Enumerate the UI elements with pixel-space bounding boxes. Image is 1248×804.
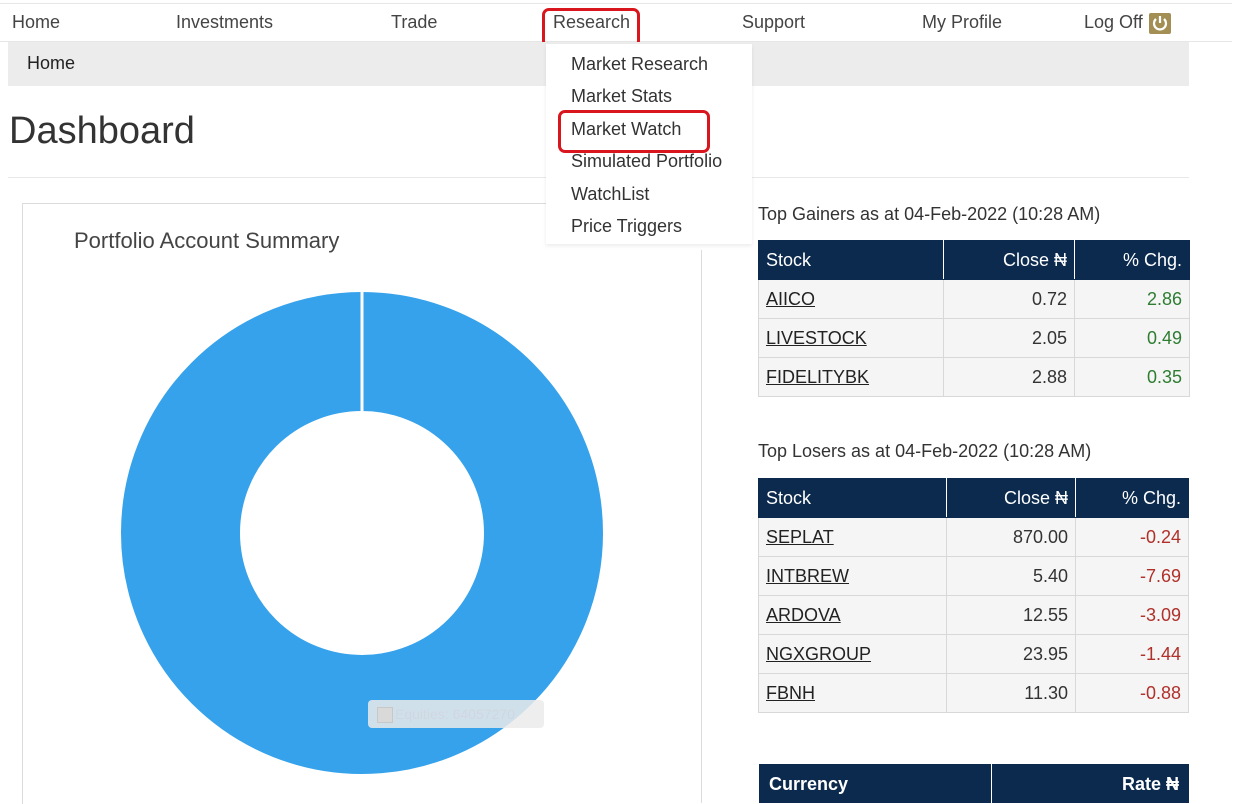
close-cell: 870.00 [946, 517, 1076, 557]
col-chg: % Chg. [1075, 478, 1189, 518]
chg-cell: 0.49 [1074, 318, 1190, 358]
close-cell: 2.88 [943, 357, 1075, 397]
stock-link[interactable]: LIVESTOCK [766, 328, 867, 348]
stock-cell: LIVESTOCK [758, 318, 944, 358]
nav-investments[interactable]: Investments [176, 12, 273, 33]
stock-cell: FBNH [758, 673, 947, 713]
menu-item-simulated-portfolio[interactable]: Simulated Portfolio [571, 151, 722, 172]
stock-cell: INTBREW [758, 556, 947, 596]
table-row: SEPLAT 870.00 -0.24 [758, 517, 1189, 557]
stock-cell: FIDELITYBK [758, 357, 944, 397]
table-row: ARDOVA 12.55 -3.09 [758, 595, 1189, 635]
breadcrumb-home[interactable]: Home [27, 53, 75, 74]
chg-cell: -0.24 [1075, 517, 1189, 557]
col-stock: Stock [758, 240, 944, 280]
gainers-caption: Top Gainers as at 04-Feb-2022 (10:28 AM) [758, 204, 1101, 224]
stock-link[interactable]: ARDOVA [766, 605, 841, 625]
losers-table: Stock Close ₦ % Chg. SEPLAT 870.00 -0.24… [758, 478, 1189, 713]
menu-item-watchlist[interactable]: WatchList [571, 184, 649, 205]
stock-cell: ARDOVA [758, 595, 947, 635]
menu-item-price-triggers[interactable]: Price Triggers [571, 216, 682, 237]
currency-table-header: Currency Rate ₦ [759, 764, 1189, 803]
chg-cell: -1.44 [1075, 634, 1189, 674]
nav-support[interactable]: Support [742, 12, 805, 33]
stock-link[interactable]: FBNH [766, 683, 815, 703]
close-cell: 2.05 [943, 318, 1075, 358]
panel-divider [701, 250, 702, 803]
col-stock: Stock [758, 478, 947, 518]
losers-caption: Top Losers as at 04-Feb-2022 (10:28 AM) [758, 441, 1092, 461]
currency-col-divider [991, 764, 992, 803]
stock-link[interactable]: SEPLAT [766, 527, 834, 547]
stock-link[interactable]: AIICO [766, 289, 815, 309]
close-cell: 0.72 [943, 279, 1075, 319]
stock-link[interactable]: NGXGROUP [766, 644, 871, 664]
chg-cell: -7.69 [1075, 556, 1189, 596]
stock-link[interactable]: INTBREW [766, 566, 849, 586]
chg-cell: -0.88 [1075, 673, 1189, 713]
nav-trade[interactable]: Trade [391, 12, 437, 33]
col-chg: % Chg. [1074, 240, 1190, 280]
stock-link[interactable]: FIDELITYBK [766, 367, 869, 387]
table-row: INTBREW 5.40 -7.69 [758, 556, 1189, 596]
stock-cell: AIICO [758, 279, 944, 319]
chg-cell: 0.35 [1074, 357, 1190, 397]
tooltip-text: Equities: 64057270 [395, 706, 515, 722]
col-close: Close ₦ [946, 478, 1076, 518]
tooltip-swatch [377, 707, 393, 723]
col-rate: Rate ₦ [1121, 774, 1179, 794]
research-dropdown-menu: Market Research Market Stats Market Watc… [546, 44, 752, 244]
chg-cell: -3.09 [1075, 595, 1189, 635]
close-cell: 23.95 [946, 634, 1076, 674]
close-cell: 5.40 [946, 556, 1076, 596]
gainers-table: Stock Close ₦ % Chg. AIICO 0.72 2.86 LIV… [758, 240, 1190, 397]
table-row: LIVESTOCK 2.05 0.49 [758, 318, 1190, 358]
table-row: FBNH 11.30 -0.88 [758, 673, 1189, 713]
menu-item-market-research[interactable]: Market Research [571, 54, 708, 75]
nav-research[interactable]: Research [553, 12, 630, 33]
nav-home[interactable]: Home [12, 12, 60, 33]
close-cell: 11.30 [946, 673, 1076, 713]
table-row: FIDELITYBK 2.88 0.35 [758, 357, 1190, 397]
col-close: Close ₦ [943, 240, 1075, 280]
col-currency: Currency [769, 774, 849, 794]
stock-cell: NGXGROUP [758, 634, 947, 674]
page-title: Dashboard [9, 110, 195, 152]
table-row: AIICO 0.72 2.86 [758, 279, 1190, 319]
menu-item-market-watch[interactable]: Market Watch [571, 119, 681, 140]
stock-cell: SEPLAT [758, 517, 947, 557]
chart-tooltip: Equities: 64057270 [368, 700, 544, 728]
chg-cell: 2.86 [1074, 279, 1190, 319]
menu-item-market-stats[interactable]: Market Stats [571, 86, 672, 107]
portfolio-title: Portfolio Account Summary [74, 228, 340, 253]
close-cell: 12.55 [946, 595, 1076, 635]
nav-log-off[interactable]: Log Off [1084, 12, 1143, 33]
power-icon[interactable] [1149, 13, 1171, 34]
table-row: NGXGROUP 23.95 -1.44 [758, 634, 1189, 674]
nav-my-profile[interactable]: My Profile [922, 12, 1002, 33]
